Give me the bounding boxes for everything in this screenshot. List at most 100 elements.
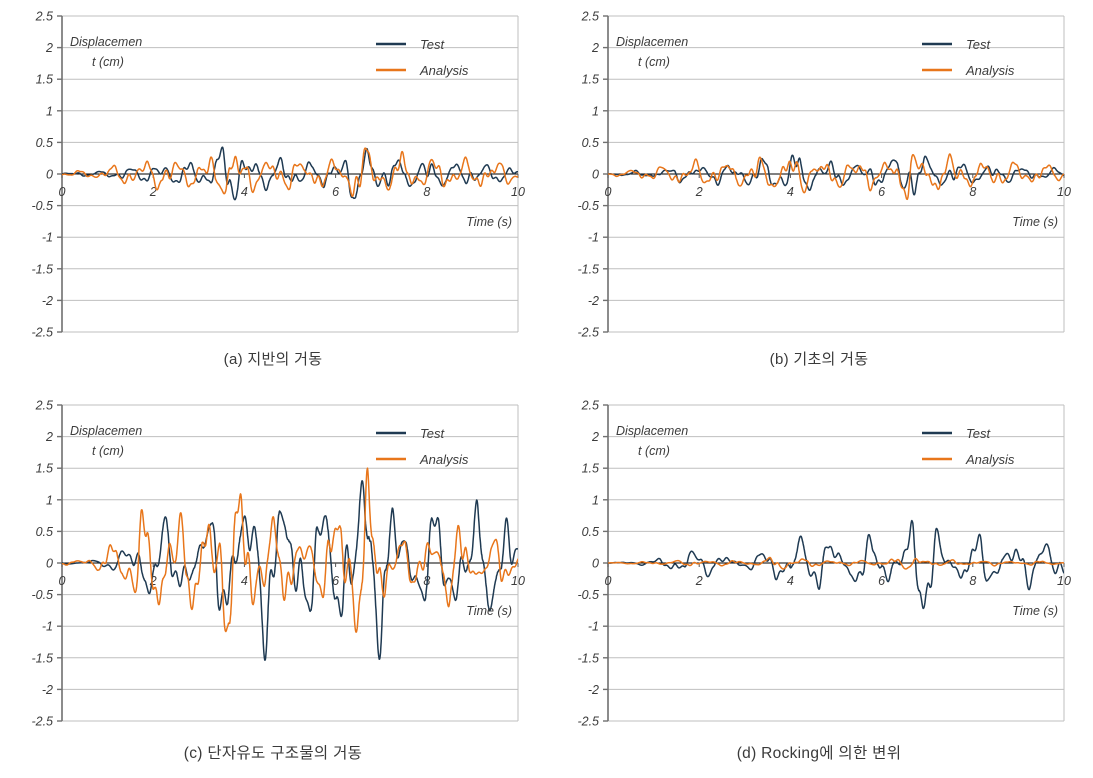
chart-b: -2.5-2-1.5-1-0.500.511.522.50246810Displ… [546, 0, 1092, 348]
y-axis-tick-label: -1 [588, 620, 599, 634]
y-axis-tick-label: -2 [588, 683, 599, 697]
y-axis-tick-label: 2.5 [581, 10, 599, 24]
y-axis-tick-label: -1 [42, 231, 53, 245]
y-axis-tick-label: -2.5 [577, 715, 599, 729]
y-axis-tick-label: 1.5 [36, 73, 53, 87]
y-axis-title-line2: t (cm) [92, 444, 124, 458]
panel-d-caption: (d) Rocking에 의한 변위 [546, 741, 1092, 763]
y-axis-tick-label: -1 [42, 620, 53, 634]
legend-label-test: Test [420, 426, 445, 441]
x-axis-tick-label: 6 [878, 574, 885, 588]
panel-b: -2.5-2-1.5-1-0.500.511.522.50246810Displ… [546, 0, 1092, 389]
y-axis-tick-label: 2.5 [35, 10, 53, 24]
legend-label-test: Test [420, 37, 445, 52]
x-axis-tick-label: 8 [969, 574, 976, 588]
y-axis-tick-label: 0 [592, 557, 599, 571]
x-axis-tick-label: 0 [605, 574, 612, 588]
chart-a-canvas: -2.5-2-1.5-1-0.500.511.522.50246810Displ… [0, 0, 546, 348]
legend-label-test: Test [966, 426, 991, 441]
chart-c: -2.5-2-1.5-1-0.500.511.522.50246810Displ… [0, 389, 546, 737]
x-axis-title: Time (s) [466, 604, 512, 618]
panel-a: -2.5-2-1.5-1-0.500.511.522.50246810Displ… [0, 0, 546, 389]
y-axis-tick-label: -0.5 [31, 588, 53, 602]
chart-c-canvas: -2.5-2-1.5-1-0.500.511.522.50246810Displ… [0, 389, 546, 737]
x-axis-tick-label: 0 [605, 185, 612, 199]
panel-d: -2.5 -2 -1.5 -1 -0.5 0 0.5 1 1.5 2 2.5 0 2 4 6 8 10 Displ… [546, 389, 1092, 778]
y-axis-title-line2: t (cm) [92, 55, 124, 69]
legend-label-analysis: Analysis [965, 63, 1015, 78]
chart-b-canvas: -2.5-2-1.5-1-0.500.511.522.50246810Displ… [546, 0, 1092, 348]
x-axis-tick-label: 10 [1057, 185, 1071, 199]
panel-c-caption: (c) 단자유도 구조물의 거동 [0, 741, 546, 763]
y-axis-tick-label: -1.5 [31, 262, 53, 276]
y-axis-tick-label: 0 [46, 168, 53, 182]
x-axis-tick-label: 8 [423, 185, 430, 199]
x-axis-title: Time (s) [1012, 215, 1058, 229]
x-axis-title: Time (s) [466, 215, 512, 229]
x-axis-tick-label: 10 [511, 574, 525, 588]
x-axis-tick-label: 0 [59, 185, 66, 199]
x-axis-tick-label: 4 [787, 574, 794, 588]
y-axis-tick-label: 1 [46, 493, 53, 507]
y-axis-tick-label: 0.5 [36, 136, 53, 150]
y-axis-tick-label: -2 [42, 294, 53, 308]
y-axis-tick-label: -0.5 [577, 588, 599, 602]
y-axis-title-line1: Displacemen [616, 424, 688, 438]
y-axis-tick-label: 1.5 [36, 462, 53, 476]
y-axis-tick-label: 0 [592, 168, 599, 182]
chart-d-canvas: -2.5 -2 -1.5 -1 -0.5 0 0.5 1 1.5 2 2.5 0 2 4 6 8 10 Displ… [546, 389, 1092, 737]
x-axis-tick-label: 4 [241, 574, 248, 588]
y-axis-tick-label: -1.5 [31, 651, 53, 665]
y-axis-title-line1: Displacemen [70, 35, 142, 49]
y-axis-tick-label: 1.5 [582, 73, 599, 87]
x-axis-tick-label: 4 [241, 185, 248, 199]
y-axis-tick-label: 2 [591, 41, 599, 55]
panel-b-caption: (b) 기초의 거동 [546, 348, 1092, 369]
y-axis-tick-label: 0.5 [36, 525, 53, 539]
y-axis-tick-label: -2 [588, 294, 599, 308]
y-axis-tick-label: -2.5 [31, 715, 53, 729]
x-axis-tick-label: 6 [332, 185, 339, 199]
y-axis-tick-label: 1 [46, 104, 53, 118]
panel-a-caption: (a) 지반의 거동 [0, 348, 546, 369]
y-axis-tick-label: -2.5 [31, 326, 53, 340]
y-axis-tick-label: -1 [588, 231, 599, 245]
x-axis-tick-label: 6 [878, 185, 885, 199]
y-axis-title-line2: t (cm) [638, 444, 670, 458]
y-axis-tick-label: 0 [46, 557, 53, 571]
chart-d: -2.5 -2 -1.5 -1 -0.5 0 0.5 1 1.5 2 2.5 0 2 4 6 8 10 Displ… [546, 389, 1092, 737]
y-axis-tick-label: -2.5 [577, 326, 599, 340]
y-axis-tick-label: 1 [592, 104, 599, 118]
x-axis-tick-label: 2 [695, 185, 703, 199]
y-axis-tick-label: 2 [45, 430, 53, 444]
y-axis-tick-label: -0.5 [31, 199, 53, 213]
legend-label-test: Test [966, 37, 991, 52]
y-axis-tick-label: 1 [592, 493, 599, 507]
y-axis-tick-label: -0.5 [577, 199, 599, 213]
panel-c: -2.5-2-1.5-1-0.500.511.522.50246810Displ… [0, 389, 546, 778]
y-axis-tick-label: 2 [45, 41, 53, 55]
y-axis-title-line2: t (cm) [638, 55, 670, 69]
chart-a: -2.5-2-1.5-1-0.500.511.522.50246810Displ… [0, 0, 546, 348]
y-axis-tick-label: 0.5 [582, 136, 599, 150]
y-axis-title-line1: Displacemen [616, 35, 688, 49]
figure-four-panel-displacement-time-histories: -2.5-2-1.5-1-0.500.511.522.50246810Displ… [0, 0, 1093, 778]
y-axis-tick-label: 2 [591, 430, 599, 444]
y-axis-tick-label: -2 [42, 683, 53, 697]
x-axis-tick-label: 10 [511, 185, 525, 199]
x-axis-tick-label: 0 [59, 574, 66, 588]
y-axis-tick-label: 2.5 [35, 399, 53, 413]
y-axis-title-line1: Displacemen [70, 424, 142, 438]
x-axis-tick-label: 4 [787, 185, 794, 199]
y-axis-tick-label: 2.5 [581, 399, 599, 413]
legend-label-analysis: Analysis [965, 452, 1015, 467]
y-axis-tick-label: -1.5 [577, 262, 599, 276]
y-axis-tick-label: 1.5 [582, 462, 599, 476]
x-axis-title: Time (s) [1012, 604, 1058, 618]
y-axis-tick-label: -1.5 [577, 651, 599, 665]
y-axis-tick-label: 0.5 [582, 525, 599, 539]
x-axis-tick-label: 2 [695, 574, 703, 588]
x-axis-tick-label: 10 [1057, 574, 1071, 588]
legend-label-analysis: Analysis [419, 452, 469, 467]
legend-label-analysis: Analysis [419, 63, 469, 78]
